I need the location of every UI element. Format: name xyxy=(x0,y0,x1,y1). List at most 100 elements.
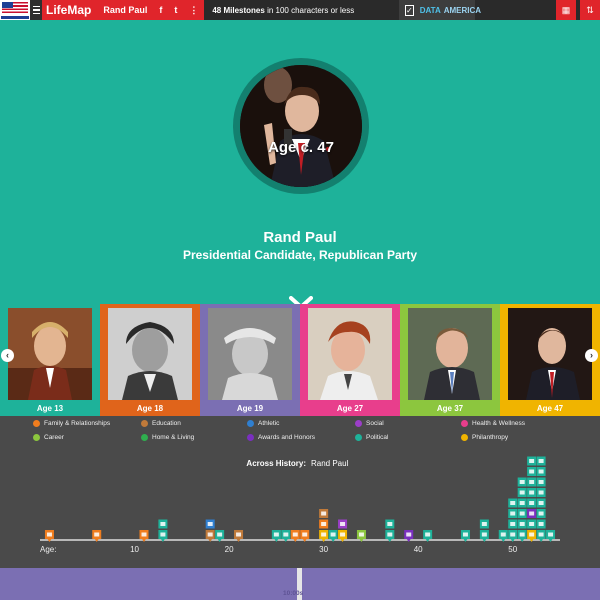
age-card-13[interactable]: Age 13 xyxy=(0,304,100,416)
age-card-18[interactable]: Age 18 xyxy=(100,304,200,416)
milestone-marker[interactable] xyxy=(536,477,546,487)
sort-icon[interactable]: ⇅ xyxy=(580,0,600,20)
x-axis-label: Age: xyxy=(40,545,56,554)
age-photo xyxy=(208,308,292,400)
age-card-19[interactable]: Age 19 xyxy=(200,304,300,416)
profile-age-label: Age c. 47 xyxy=(268,139,334,156)
milestone-marker[interactable] xyxy=(508,519,518,529)
milestone-marker[interactable] xyxy=(508,498,518,508)
category-legend: Family & Relationships Education Athleti… xyxy=(0,416,600,448)
milestone-marker[interactable] xyxy=(517,519,527,529)
home-icon xyxy=(141,434,148,441)
milestone-marker[interactable] xyxy=(319,519,329,529)
milestone-marker[interactable] xyxy=(319,509,329,518)
age-photo xyxy=(308,308,392,400)
profile-photo xyxy=(240,65,362,187)
age-label: Age 19 xyxy=(236,404,264,413)
legend-item[interactable]: Career xyxy=(33,434,64,441)
data-america-toggle[interactable]: ✓ DATA AMERICA xyxy=(399,0,481,20)
legend-item[interactable]: Awards and Honors xyxy=(247,434,315,441)
facebook-icon[interactable]: f xyxy=(159,5,162,15)
timeline-svg: Across History: Rand Paul Age: 10 20 30 40 5… xyxy=(40,456,560,554)
x-tick-label: 10 xyxy=(130,545,139,554)
philanthropy-icon xyxy=(461,434,468,441)
milestone-marker[interactable] xyxy=(536,519,546,529)
age-card-37[interactable]: Age 37 xyxy=(400,304,500,416)
milestone-subtitle: in 100 characters or less xyxy=(267,5,355,15)
lifemap-logo[interactable]: LifeMap xyxy=(46,3,91,17)
person-name: Rand Paul xyxy=(263,229,337,246)
grid-view-icon[interactable]: ▦ xyxy=(556,0,576,20)
education-icon xyxy=(141,420,148,427)
legend-item[interactable]: Political xyxy=(355,434,388,441)
age-photo xyxy=(8,308,92,400)
person-name-link[interactable]: Rand Paul xyxy=(103,5,147,15)
legend-item[interactable]: Family & Relationships xyxy=(33,420,110,427)
america-label: AMERICA xyxy=(443,5,482,15)
age-card-27[interactable]: Age 27 xyxy=(300,304,400,416)
more-options-icon[interactable]: ⋮ xyxy=(189,5,198,16)
checkbox-icon[interactable]: ✓ xyxy=(405,4,414,16)
career-icon xyxy=(33,434,40,441)
age-label: Age 27 xyxy=(336,404,364,413)
legend-item[interactable]: Home & Living xyxy=(141,434,194,441)
milestone-marker[interactable] xyxy=(508,509,518,518)
top-bar: LifeMap Rand Paul f t ⋮ 48 Milestones in… xyxy=(0,0,600,20)
milestone-marker[interactable] xyxy=(536,509,546,518)
health-icon xyxy=(461,420,468,427)
milestone-marker[interactable] xyxy=(536,456,546,466)
decade-label: 10:00s xyxy=(283,590,304,597)
milestone-timeline-chart: Across History: Rand Paul Age: 10 20 30 40 5… xyxy=(0,448,600,568)
milestone-marker[interactable] xyxy=(527,488,537,497)
x-tick-label: 30 xyxy=(319,545,328,554)
milestone-marker[interactable] xyxy=(527,519,537,529)
prev-arrow-icon[interactable]: ‹ xyxy=(1,349,14,362)
twitter-icon[interactable]: t xyxy=(174,5,177,15)
milestone-marker[interactable] xyxy=(527,509,537,518)
milestone-marker[interactable] xyxy=(338,519,348,529)
legend-item[interactable]: Health & Wellness xyxy=(461,420,525,427)
milestone-marker[interactable] xyxy=(517,488,527,497)
profile-ring: Age c. 47 xyxy=(233,58,369,194)
age-label: Age 13 xyxy=(36,404,64,413)
milestone-marker[interactable] xyxy=(527,467,537,476)
awards-icon xyxy=(247,434,254,441)
legend-item[interactable]: Philanthropy xyxy=(461,434,508,441)
milestone-marker[interactable] xyxy=(517,477,527,487)
social-icon xyxy=(355,420,362,427)
data-america-flag-logo[interactable] xyxy=(0,0,30,20)
person-title: Presidential Candidate, Republican Party xyxy=(182,248,418,262)
age-photo xyxy=(108,308,192,400)
milestone-marker[interactable] xyxy=(527,477,537,487)
milestone-marker[interactable] xyxy=(527,498,537,508)
lifemap-header: LifeMap Rand Paul f t ⋮ xyxy=(42,0,205,20)
legend-item[interactable]: Social xyxy=(355,420,384,427)
athletic-icon xyxy=(247,420,254,427)
milestone-summary: 48 Milestones in 100 characters or less xyxy=(212,6,354,15)
chart-subtitle: Rand Paul xyxy=(311,459,349,468)
milestone-marker[interactable] xyxy=(536,467,546,476)
next-arrow-icon[interactable]: › xyxy=(585,349,598,362)
political-icon xyxy=(355,434,362,441)
x-tick-label: 40 xyxy=(414,545,423,554)
milestone-marker[interactable] xyxy=(517,498,527,508)
milestone-marker[interactable] xyxy=(205,519,215,529)
milestone-marker[interactable] xyxy=(158,519,168,529)
legend-item[interactable]: Education xyxy=(141,420,181,427)
milestone-count: 48 Milestones xyxy=(212,5,265,15)
age-label: Age 18 xyxy=(136,404,164,413)
milestone-marker[interactable] xyxy=(479,519,489,529)
legend-item[interactable]: Athletic xyxy=(247,420,279,427)
hero-section: Age c. 47 Rand Paul Presidential Candida… xyxy=(0,20,600,309)
menu-icon[interactable] xyxy=(30,0,42,20)
age-card-47[interactable]: Age 47 xyxy=(500,304,600,416)
x-tick-label: 20 xyxy=(225,545,234,554)
milestone-marker[interactable] xyxy=(385,519,395,529)
milestone-marker[interactable] xyxy=(536,488,546,497)
milestone-marker[interactable] xyxy=(536,498,546,508)
milestone-marker[interactable] xyxy=(527,456,537,466)
x-tick-label: 50 xyxy=(508,545,517,554)
age-label: Age 47 xyxy=(536,404,564,413)
milestone-marker[interactable] xyxy=(517,509,527,518)
age-photo xyxy=(508,308,592,400)
